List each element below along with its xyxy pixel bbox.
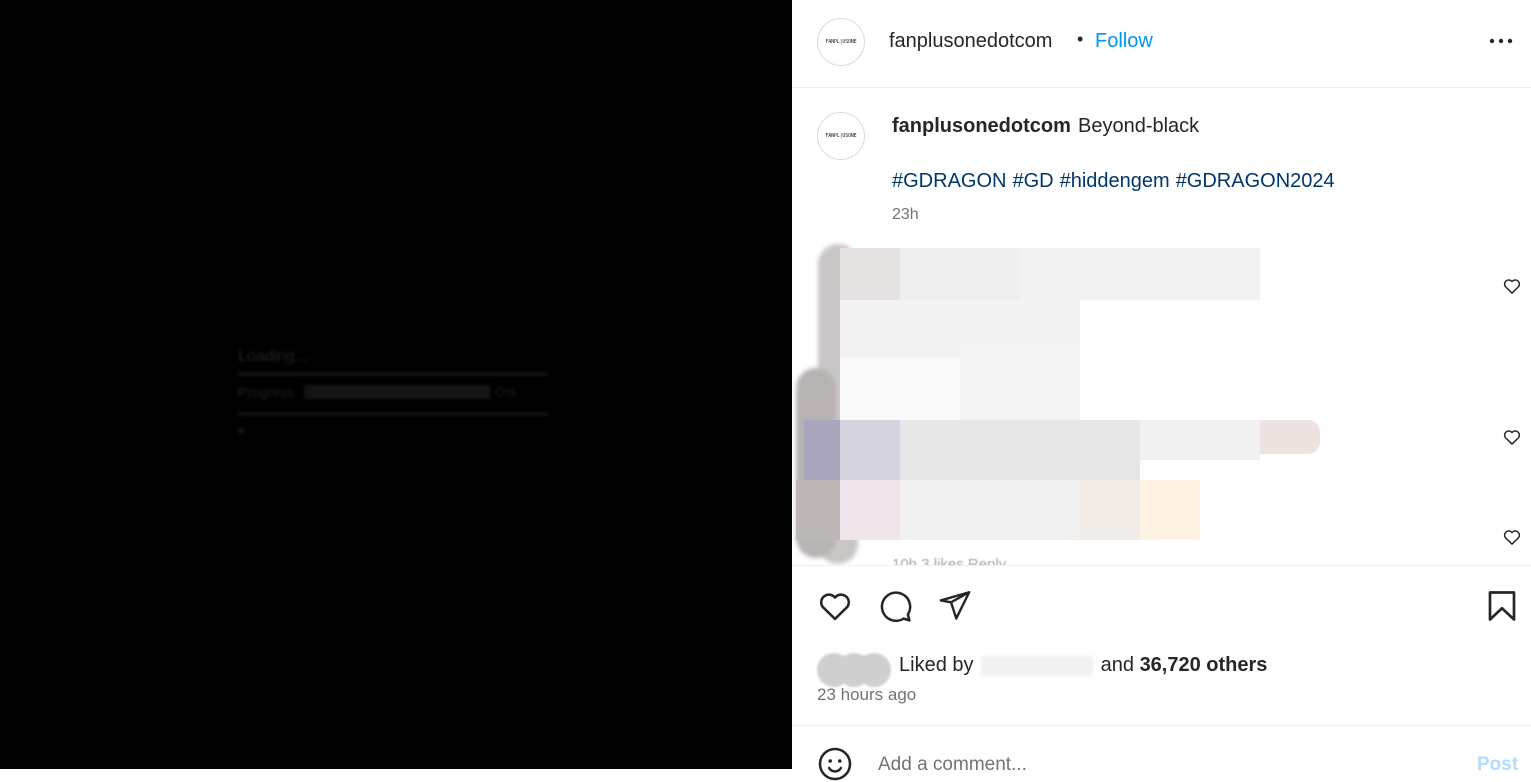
avatar-logo-text: FANPL|USONE [825, 39, 857, 45]
loading-dot [238, 428, 244, 434]
redacted-block [840, 358, 960, 420]
hashtag-link[interactable]: #GD [1012, 170, 1053, 193]
redacted-username [981, 655, 1094, 676]
comment-like-icon[interactable] [1502, 527, 1522, 547]
hashtag-link[interactable]: #hiddengem [1060, 170, 1170, 193]
more-icon[interactable] [1489, 33, 1513, 49]
progress-value: 0% [495, 384, 517, 400]
caption-text: Beyond-black [1078, 115, 1200, 137]
comment-meta-peek: 10h 3 likes Reply [892, 556, 1007, 565]
progress-label: Progress: [238, 384, 298, 400]
share-icon[interactable] [937, 588, 973, 622]
progress-row: Progress: 0% [238, 384, 548, 400]
likes-prefix: Liked by [899, 654, 974, 676]
likes-summary[interactable]: Liked by and 36,720 others [817, 653, 1377, 687]
post-header: FANPL|USONE fanplusonedotcom • Follow [792, 0, 1531, 88]
loading-overlay: Loading... Progress: 0% [238, 348, 548, 434]
comment-like-icon[interactable] [1502, 427, 1522, 447]
follow-button[interactable]: Follow [1095, 30, 1153, 53]
comment-icon[interactable] [877, 588, 913, 624]
loading-divider-2 [238, 412, 548, 416]
add-comment-bar: Add a comment... Post [792, 725, 1531, 781]
likes-text: Liked by and 36,720 others [899, 654, 1267, 677]
hashtag-link[interactable]: #GDRAGON2024 [1176, 170, 1335, 193]
post-comment-button[interactable]: Post [1477, 754, 1518, 776]
redacted-block [840, 480, 900, 540]
comment-like-icon[interactable] [1502, 276, 1522, 296]
loading-divider [238, 372, 548, 376]
caption-avatar[interactable]: FANPL|USONE [817, 112, 865, 160]
comments-list[interactable]: 10h 3 likes Reply [792, 238, 1531, 565]
post-time-ago: 23 hours ago [817, 685, 917, 704]
liker-avatar [857, 653, 891, 687]
hashtag-link[interactable]: #GDRAGON [892, 170, 1006, 193]
redacted-block [900, 248, 1020, 300]
post-media[interactable]: Loading... Progress: 0% [0, 0, 792, 769]
redacted-block [796, 480, 840, 540]
redacted-block [1020, 248, 1260, 300]
caption-avatar-logo-text: FANPL|USONE [825, 133, 857, 139]
redacted-block [900, 420, 1140, 480]
caption-timestamp: 23h [892, 206, 919, 223]
redacted-block [840, 420, 900, 480]
redacted-block [960, 342, 1080, 420]
redacted-block [840, 248, 900, 300]
progress-bar [303, 385, 490, 399]
header-username[interactable]: fanplusonedotcom [889, 30, 1052, 53]
redacted-block [804, 420, 840, 480]
avatar[interactable]: FANPL|USONE [817, 18, 865, 66]
redacted-block [900, 480, 1080, 540]
redacted-block [1140, 480, 1200, 540]
header-separator: • [1077, 29, 1084, 49]
redacted-block [1260, 420, 1320, 454]
likes-count[interactable]: 36,720 others [1140, 654, 1268, 676]
emoji-icon[interactable] [817, 746, 853, 782]
caption-username[interactable]: fanplusonedotcom [892, 115, 1071, 138]
redacted-block [1140, 420, 1260, 460]
bookmark-icon[interactable] [1484, 588, 1520, 624]
redacted-block [1080, 480, 1140, 540]
likes-middle: and [1100, 654, 1134, 676]
heart-icon[interactable] [816, 588, 854, 624]
loading-title: Loading... [238, 348, 309, 365]
comment-input[interactable]: Add a comment... [878, 754, 1027, 776]
post-actions: Liked by and 36,720 others 23 hours ago [792, 565, 1531, 725]
caption-hashtags: #GDRAGON #GD #hiddengem #GDRAGON2024 [892, 170, 1335, 193]
post-detail-panel: FANPL|USONE fanplusonedotcom • Follow FA… [792, 0, 1531, 781]
